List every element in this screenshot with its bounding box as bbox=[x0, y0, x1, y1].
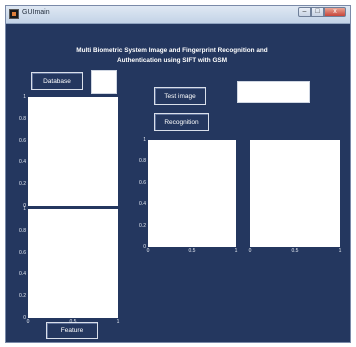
y-tick-label: 0.8 bbox=[19, 227, 26, 234]
x-tick-label: 1 bbox=[116, 319, 120, 325]
minimize-button[interactable]: – bbox=[298, 7, 311, 17]
x-tick-label: 0.5 bbox=[291, 248, 299, 254]
matlab-app-icon bbox=[9, 9, 19, 19]
test-image-button[interactable]: Test image bbox=[154, 87, 206, 105]
heading-line-1: Multi Biometric System Image and Fingerp… bbox=[76, 47, 268, 54]
title-bar[interactable]: GUImain – □ x bbox=[6, 6, 350, 24]
y-tick-label: 0.6 bbox=[19, 249, 26, 256]
y-tick-label: 1 bbox=[23, 206, 26, 212]
database-button[interactable]: Database bbox=[31, 72, 83, 90]
axes-right bbox=[250, 140, 340, 247]
close-button[interactable]: x bbox=[324, 7, 346, 17]
x-tick-label: 1 bbox=[338, 248, 342, 254]
y-tick-label: 1 bbox=[23, 94, 26, 100]
window-controls: – □ x bbox=[298, 7, 346, 18]
axes-left-bottom bbox=[28, 209, 118, 318]
x-tick-label: 0.5 bbox=[69, 319, 77, 325]
page-heading: Multi Biometric System Image and Fingerp… bbox=[46, 46, 298, 66]
y-tick-label: 0.2 bbox=[139, 222, 146, 229]
y-tick-label: 0.4 bbox=[19, 271, 26, 278]
x-tick-label: 0 bbox=[146, 248, 150, 254]
y-tick-label: 0.8 bbox=[139, 158, 146, 165]
recognition-button[interactable]: Recognition bbox=[154, 113, 209, 131]
y-tick-label: 0.2 bbox=[19, 181, 26, 188]
y-tick-label: 0.2 bbox=[19, 293, 26, 300]
y-tick-label: 0.4 bbox=[19, 159, 26, 166]
y-tick-label: 1 bbox=[143, 137, 146, 143]
database-image-box bbox=[91, 70, 117, 94]
main-window: GUImain – □ x Multi Biometric System Ima… bbox=[5, 5, 351, 343]
y-tick-label: 0.4 bbox=[139, 201, 146, 208]
test-image-box bbox=[237, 81, 310, 103]
x-tick-label: 0.5 bbox=[188, 248, 196, 254]
y-tick-label: 0.6 bbox=[19, 137, 26, 144]
axes-middle bbox=[148, 140, 236, 247]
maximize-button[interactable]: □ bbox=[311, 7, 324, 17]
x-tick-label: 0 bbox=[248, 248, 252, 254]
window-title: GUImain bbox=[22, 9, 50, 16]
axes-left-top bbox=[28, 97, 118, 206]
x-tick-label: 0 bbox=[26, 319, 30, 325]
y-tick-label: 0.6 bbox=[139, 179, 146, 186]
y-tick-label: 0.8 bbox=[19, 115, 26, 122]
x-tick-label: 1 bbox=[234, 248, 238, 254]
heading-line-2: Authentication using SIFT with GSM bbox=[116, 57, 228, 64]
